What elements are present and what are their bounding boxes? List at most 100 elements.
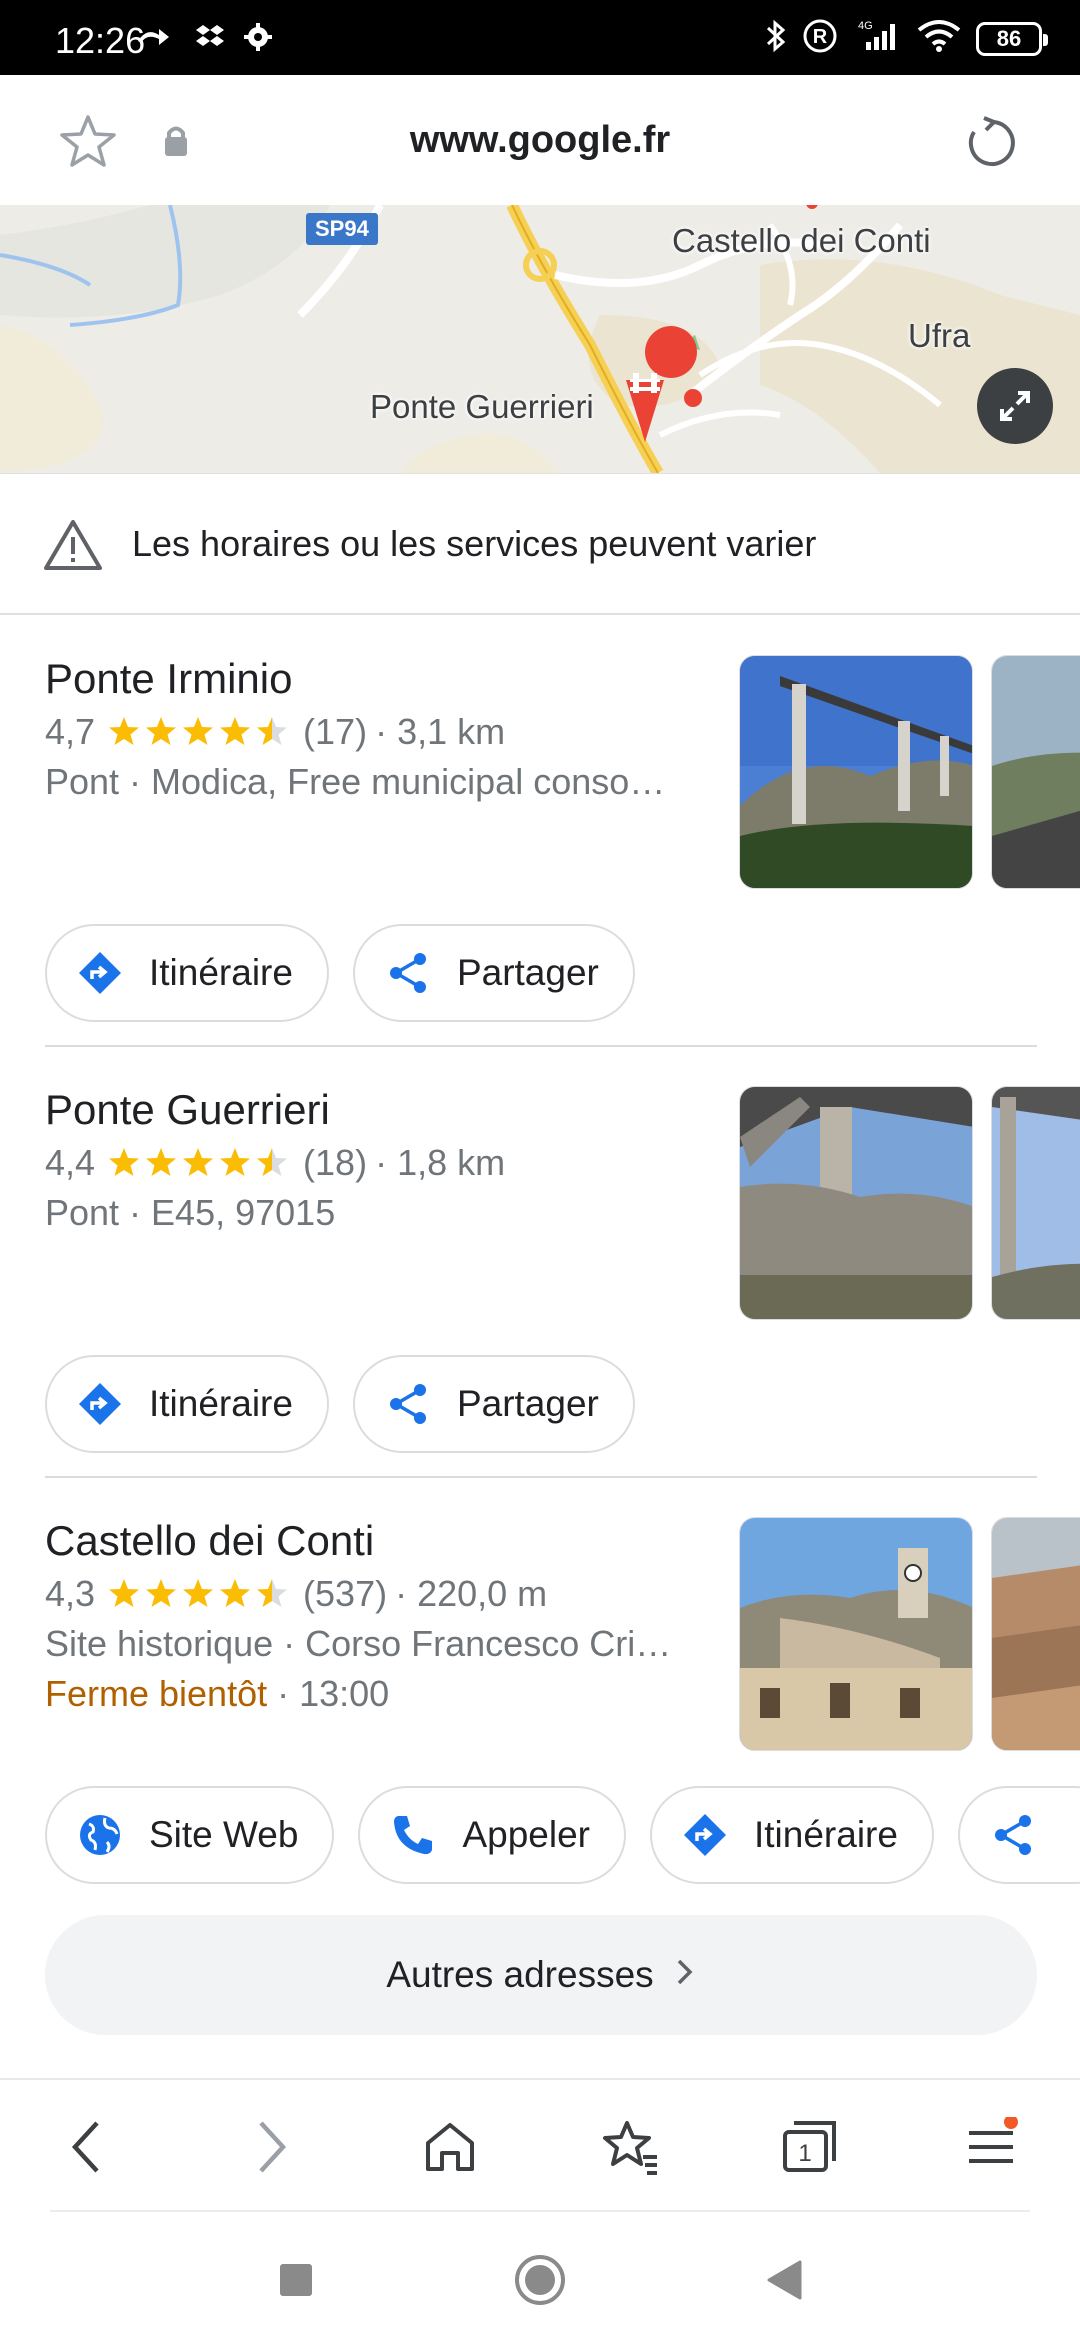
- battery-indicator: 86: [976, 21, 1048, 56]
- expand-map-button[interactable]: [977, 368, 1053, 444]
- place-rating: 4,3 (537) · 220,0 m: [45, 1573, 547, 1615]
- warning-icon: [42, 518, 104, 577]
- forward-arrow-icon: [259, 2121, 287, 2173]
- stars-icon: [109, 717, 288, 745]
- bridge-photo: [992, 1087, 1080, 1319]
- call-button[interactable]: Appeler: [358, 1786, 626, 1884]
- place-rating: 4,4 (18) · 1,8 km: [45, 1142, 505, 1184]
- place-card-ponte-guerrieri[interactable]: Ponte Guerrieri 4,4 (18) · 1,8 km Pont ·…: [0, 1086, 1080, 1386]
- home-icon: [426, 2123, 474, 2171]
- tabs-count: 1: [798, 2140, 811, 2167]
- globe-icon: [77, 1812, 123, 1858]
- share-button[interactable]: Partager: [352, 924, 635, 1022]
- system-nav-bar: [0, 2212, 1080, 2340]
- wifi-icon: [916, 18, 962, 59]
- place-distance: · 1,8 km: [375, 1142, 506, 1183]
- rating-value: 4,4: [45, 1142, 96, 1183]
- directions-button[interactable]: Itinéraire: [45, 1355, 329, 1453]
- share-button[interactable]: [957, 1786, 1080, 1884]
- landscape-photo: [992, 656, 1080, 888]
- place-distance: · 220,0 m: [395, 1573, 548, 1614]
- review-count: (18): [303, 1142, 368, 1183]
- back-nav-button[interactable]: [754, 2250, 814, 2310]
- rating-stars: [107, 1146, 291, 1180]
- review-count: (537): [303, 1573, 388, 1614]
- svg-text:4G: 4G: [858, 20, 873, 32]
- map-preview[interactable]: SP94 Castello dei Conti Ufra Ponte Guerr…: [0, 205, 1080, 473]
- more-places-label: Autres adresses: [386, 1954, 654, 1995]
- share-button[interactable]: Partager: [352, 1355, 635, 1453]
- place-photo[interactable]: [739, 655, 973, 889]
- back-button[interactable]: [52, 2112, 122, 2182]
- place-photo[interactable]: [739, 1517, 973, 1751]
- bluetooth-icon: [764, 18, 788, 59]
- battery-level: 86: [996, 25, 1022, 51]
- home-button[interactable]: [415, 2112, 485, 2182]
- closing-time: · 13:00: [267, 1673, 390, 1714]
- forward-button[interactable]: [236, 2112, 306, 2182]
- place-actions: Itinéraire Partager: [45, 1355, 635, 1453]
- url-text[interactable]: www.google.fr: [0, 119, 1080, 162]
- hours-notice: Les horaires ou les services peuvent var…: [0, 473, 1080, 615]
- place-category: Pont · E45, 97015: [45, 1192, 336, 1233]
- share-icon: [385, 1381, 431, 1427]
- website-button[interactable]: Site Web: [45, 1786, 335, 1884]
- map-label-ponte-guerrieri: Ponte Guerrieri: [370, 388, 594, 425]
- reload-icon[interactable]: [964, 115, 1020, 176]
- website-label: Site Web: [149, 1814, 299, 1855]
- call-forward-icon: [135, 25, 177, 54]
- tabs-icon: 1: [783, 2121, 836, 2172]
- place-photo[interactable]: [739, 1086, 973, 1320]
- rating-value: 4,3: [45, 1573, 96, 1614]
- bookmarks-button[interactable]: [596, 2112, 666, 2182]
- rooftops-photo: [992, 1518, 1080, 1750]
- rating-stars: [107, 1577, 291, 1611]
- place-actions: Itinéraire Partager: [45, 924, 635, 1022]
- bridge-pillar-photo: [740, 1087, 972, 1319]
- place-card-castello-dei-conti[interactable]: Castello dei Conti 4,3 (537) · 220,0 m S…: [0, 1517, 1080, 1817]
- place-name[interactable]: Castello dei Conti: [45, 1517, 374, 1565]
- notice-text: Les horaires ou les services peuvent var…: [132, 523, 817, 564]
- rating-stars: [107, 715, 291, 749]
- chevron-right-icon: [674, 1954, 696, 1996]
- directions-icon: [77, 950, 123, 996]
- place-photo-2[interactable]: [991, 655, 1080, 889]
- share-label: Partager: [456, 1383, 599, 1424]
- directions-button[interactable]: Itinéraire: [45, 924, 329, 1022]
- stars-icon: [109, 1148, 288, 1176]
- status-time: 12:26: [55, 20, 146, 61]
- place-photo-2[interactable]: [991, 1517, 1080, 1751]
- directions-label: Itinéraire: [149, 952, 293, 993]
- url-bar: www.google.fr: [0, 75, 1080, 205]
- directions-icon: [77, 1381, 123, 1427]
- recents-square-icon: [280, 2264, 312, 2296]
- more-places-button[interactable]: Autres adresses: [45, 1915, 1037, 2035]
- call-label: Appeler: [462, 1814, 590, 1855]
- signal-icon: 4G: [852, 18, 902, 59]
- recents-button[interactable]: [266, 2250, 326, 2310]
- dropbox-icon: [195, 22, 225, 57]
- divider: [45, 1045, 1037, 1047]
- place-name[interactable]: Ponte Guerrieri: [45, 1086, 330, 1134]
- tabs-button[interactable]: 1: [775, 2112, 845, 2182]
- directions-button[interactable]: Itinéraire: [649, 1786, 934, 1884]
- place-name[interactable]: Ponte Irminio: [45, 655, 292, 703]
- place-card-ponte-irminio[interactable]: Ponte Irminio 4,7 (17) · 3,1 km Pont · M…: [0, 655, 1080, 955]
- stars-icon: [109, 1579, 288, 1607]
- place-rating: 4,7 (17) · 3,1 km: [45, 711, 505, 753]
- closing-soon-status: Ferme bientôt: [45, 1673, 268, 1714]
- map-label-ufra: Ufra: [908, 317, 971, 354]
- home-nav-button[interactable]: [510, 2250, 570, 2310]
- directions-label: Itinéraire: [149, 1383, 293, 1424]
- browser-toolbar: 1: [0, 2078, 1080, 2212]
- castle-photo: [740, 1518, 972, 1750]
- place-category: Pont · Modica, Free municipal conso…: [45, 761, 666, 802]
- divider: [45, 1476, 1037, 1478]
- place-photo-2[interactable]: [991, 1086, 1080, 1320]
- rating-value: 4,7: [45, 711, 96, 752]
- menu-button[interactable]: [956, 2112, 1026, 2182]
- phone-icon: [390, 1812, 436, 1858]
- menu-icon: [969, 2117, 1018, 2163]
- expand-icon: [1000, 391, 1030, 421]
- bookmarks-star-icon: [603, 2121, 657, 2175]
